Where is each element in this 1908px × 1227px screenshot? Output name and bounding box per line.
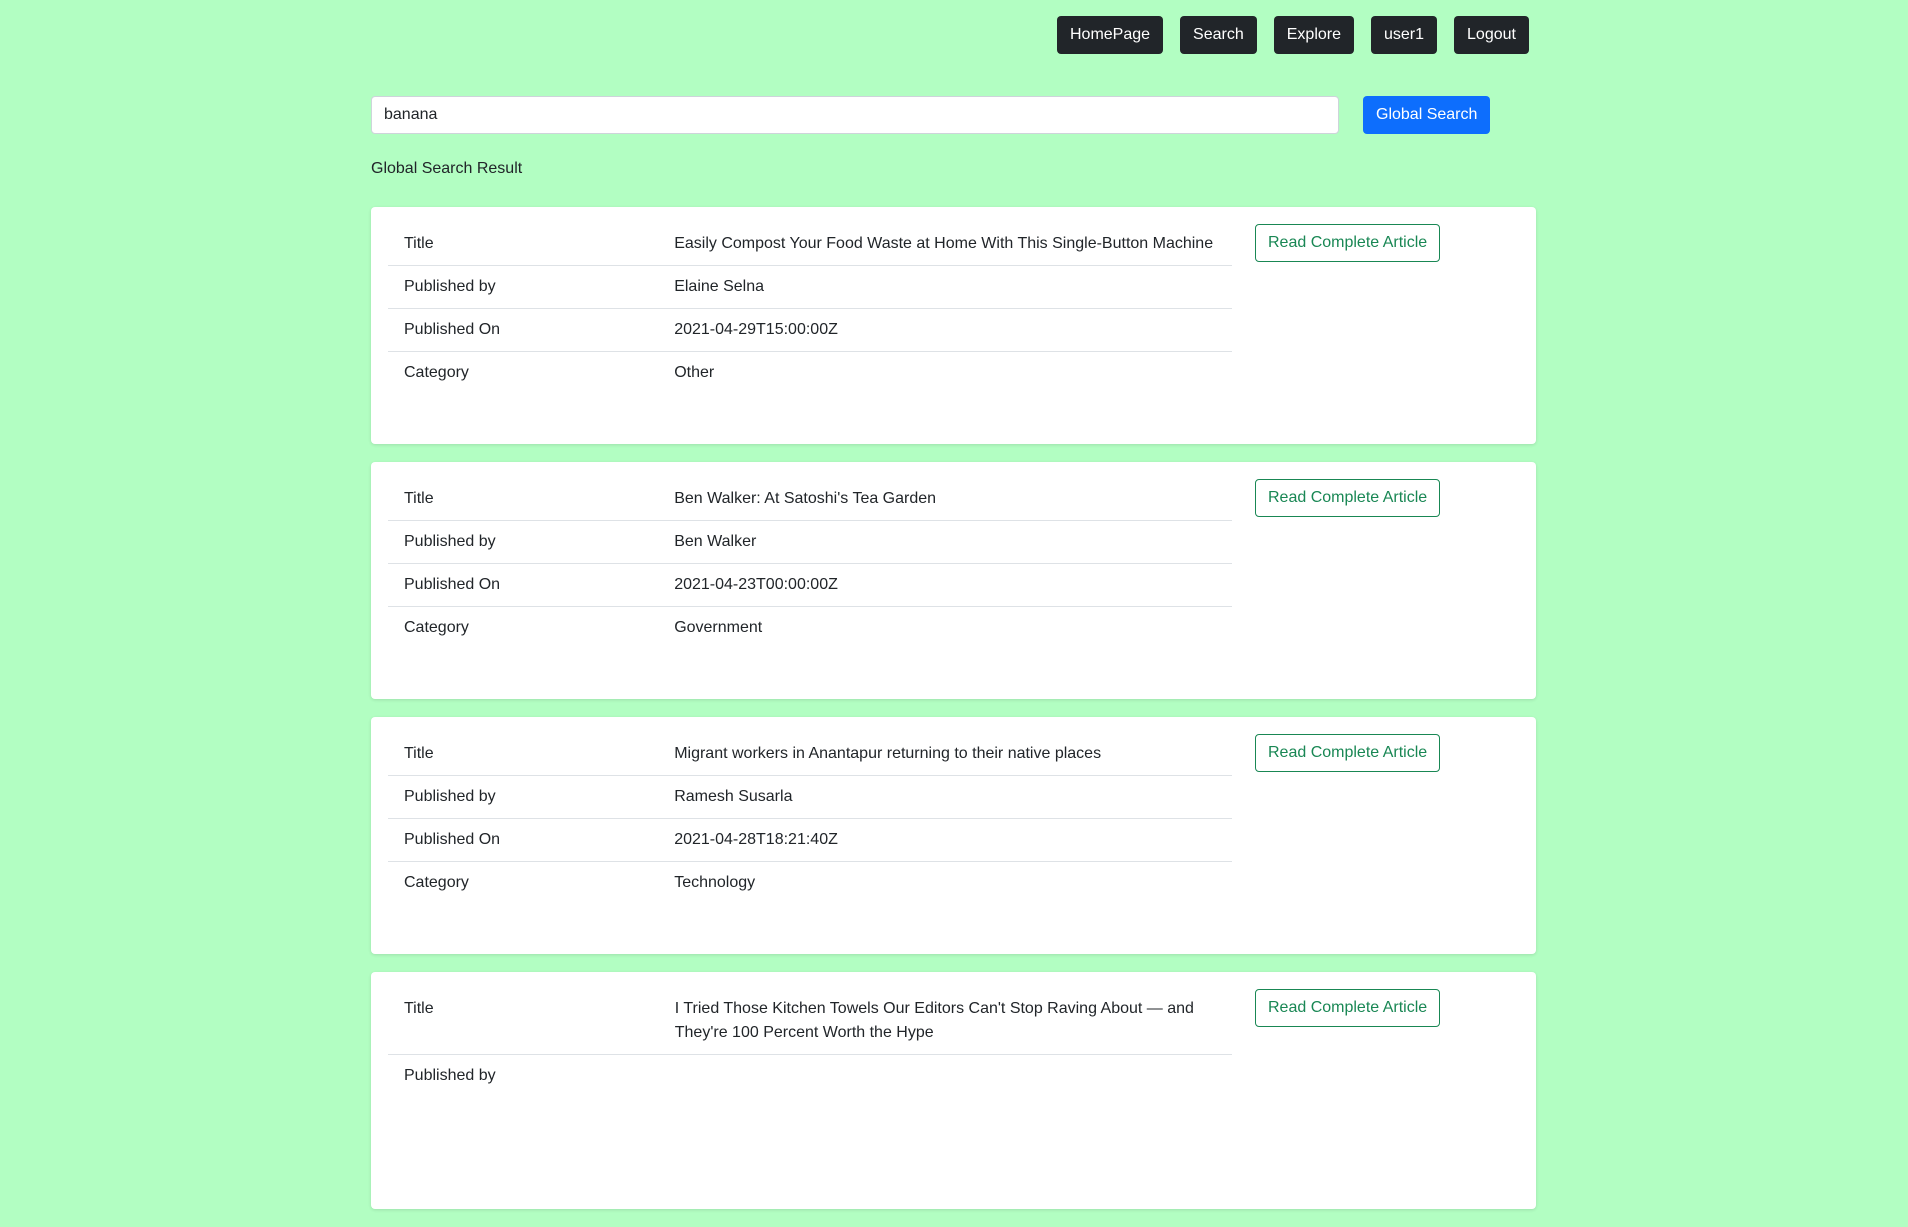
published-on-label: Published On bbox=[388, 818, 659, 862]
read-complete-article-button[interactable]: Read Complete Article bbox=[1255, 734, 1441, 772]
article-card: Title Migrant workers in Anantapur retur… bbox=[371, 717, 1536, 954]
article-category: Government bbox=[658, 606, 1232, 649]
published-by-label: Published by bbox=[388, 265, 659, 309]
table-row: Published by Elaine Selna bbox=[388, 265, 1232, 309]
results-list: Title Easily Compost Your Food Waste at … bbox=[371, 207, 1536, 1227]
article-date: 2021-04-29T15:00:00Z bbox=[658, 308, 1232, 352]
search-input[interactable] bbox=[371, 96, 1339, 134]
title-label: Title bbox=[404, 745, 434, 762]
table-row: Published On 2021-04-29T15:00:00Z bbox=[388, 308, 1232, 352]
article-date: 2021-04-28T18:21:40Z bbox=[658, 818, 1232, 862]
published-by-label: Published by bbox=[388, 775, 659, 819]
published-on-label: Published On bbox=[388, 563, 659, 607]
category-label: Category bbox=[388, 351, 659, 394]
article-date: 2021-04-23T00:00:00Z bbox=[658, 563, 1232, 607]
article-author: Elaine Selna bbox=[658, 265, 1232, 309]
article-title: I Tried Those Kitchen Towels Our Editors… bbox=[674, 1000, 1194, 1041]
article-category: Technology bbox=[658, 861, 1232, 904]
search-button[interactable]: Search bbox=[1180, 16, 1257, 54]
read-complete-article-button[interactable]: Read Complete Article bbox=[1255, 224, 1441, 262]
article-card: Title Ben Walker: At Satoshi's Tea Garde… bbox=[371, 462, 1536, 699]
article-author: Ramesh Susarla bbox=[658, 775, 1232, 819]
published-by-label: Published by bbox=[388, 520, 659, 564]
explore-button[interactable]: Explore bbox=[1273, 16, 1354, 54]
table-row: Published On 2021-04-28T18:21:40Z bbox=[388, 818, 1232, 862]
homepage-button[interactable]: HomePage bbox=[1057, 16, 1164, 54]
article-card: Title I Tried Those Kitchen Towels Our E… bbox=[371, 972, 1536, 1209]
article-author: Ben Walker bbox=[658, 520, 1232, 564]
top-nav: HomePage Search Explore user1 Logout bbox=[1057, 16, 1529, 54]
title-label: Title bbox=[404, 235, 434, 252]
article-category: Other bbox=[658, 351, 1232, 394]
read-complete-article-button[interactable]: Read Complete Article bbox=[1255, 479, 1441, 517]
global-search-button[interactable]: Global Search bbox=[1363, 96, 1491, 134]
article-title: Easily Compost Your Food Waste at Home W… bbox=[674, 235, 1214, 252]
table-row: Published by bbox=[388, 1054, 1232, 1097]
article-details-table: Title Easily Compost Your Food Waste at … bbox=[388, 223, 1232, 394]
category-label: Category bbox=[388, 606, 659, 649]
article-author bbox=[658, 1054, 1232, 1097]
table-row: Category Other bbox=[388, 351, 1232, 394]
title-label: Title bbox=[404, 490, 434, 507]
article-title: Ben Walker: At Satoshi's Tea Garden bbox=[674, 490, 937, 507]
category-label: Category bbox=[388, 861, 659, 904]
article-details-table: Title I Tried Those Kitchen Towels Our E… bbox=[388, 988, 1232, 1097]
title-label: Title bbox=[404, 1000, 434, 1017]
article-details-table: Title Migrant workers in Anantapur retur… bbox=[388, 733, 1232, 904]
user-button[interactable]: user1 bbox=[1371, 16, 1438, 54]
table-row: Category Government bbox=[388, 606, 1232, 649]
table-row: Category Technology bbox=[388, 861, 1232, 904]
table-row: Published On 2021-04-23T00:00:00Z bbox=[388, 563, 1232, 607]
published-on-label: Published On bbox=[388, 308, 659, 352]
article-details-table: Title Ben Walker: At Satoshi's Tea Garde… bbox=[388, 478, 1232, 649]
results-heading: Global Search Result bbox=[371, 160, 523, 177]
table-row: Title Ben Walker: At Satoshi's Tea Garde… bbox=[388, 478, 1232, 521]
table-row: Title Easily Compost Your Food Waste at … bbox=[388, 223, 1232, 266]
logout-button[interactable]: Logout bbox=[1454, 16, 1529, 54]
read-complete-article-button[interactable]: Read Complete Article bbox=[1255, 989, 1441, 1027]
search-row: Global Search bbox=[371, 96, 1491, 134]
table-row: Published by Ben Walker bbox=[388, 520, 1232, 564]
table-row: Published by Ramesh Susarla bbox=[388, 775, 1232, 819]
article-title: Migrant workers in Anantapur returning t… bbox=[674, 745, 1102, 762]
published-by-label: Published by bbox=[388, 1054, 659, 1097]
article-card: Title Easily Compost Your Food Waste at … bbox=[371, 207, 1536, 444]
table-row: Title Migrant workers in Anantapur retur… bbox=[388, 733, 1232, 776]
table-row: Title I Tried Those Kitchen Towels Our E… bbox=[388, 988, 1232, 1055]
